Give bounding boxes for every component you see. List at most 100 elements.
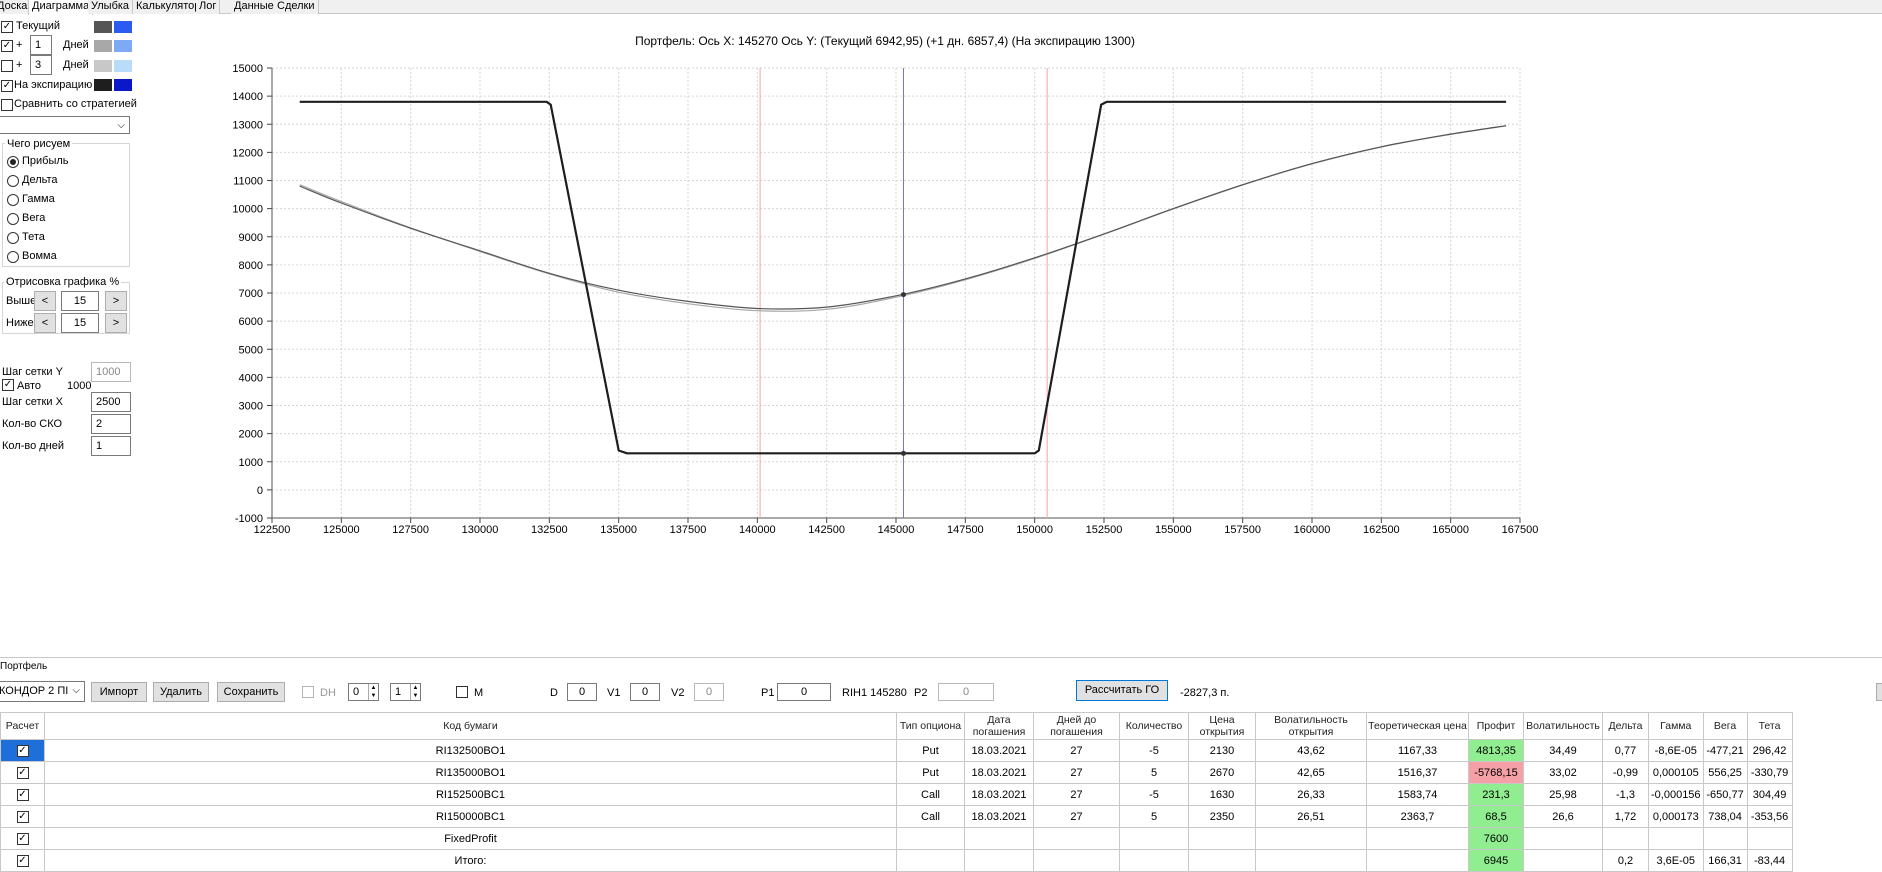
spin1-arrows-icon[interactable]: ▲ ▼ [368, 684, 378, 700]
cell-vol_open[interactable] [1255, 827, 1367, 850]
tab-diagram[interactable]: Диаграмма [28, 0, 94, 15]
cell-vol[interactable] [1523, 849, 1603, 872]
cell-profit[interactable]: 68,5 [1468, 805, 1524, 828]
column-header[interactable]: Волатильность [1523, 712, 1603, 740]
cell-delta[interactable]: 1,72 [1602, 805, 1649, 828]
cell-theo[interactable]: 1583,74 [1366, 783, 1469, 806]
calc-cell[interactable]: ✓ [0, 761, 45, 784]
column-header[interactable]: Тип опциона [896, 712, 965, 740]
table-row[interactable]: ✓ RI152500BC1 Call 18.03.2021 27 -5 1630 26,33 1… [0, 783, 1793, 806]
cell-profit[interactable]: 6945 [1468, 849, 1524, 872]
cell-vega[interactable]: 556,25 [1702, 761, 1748, 784]
cell-theta[interactable]: -353,56 [1746, 805, 1793, 828]
cell-qty[interactable]: 5 [1119, 805, 1189, 828]
column-header[interactable]: Дельта [1602, 712, 1649, 740]
calc-cell[interactable]: ✓ [0, 805, 45, 828]
column-header[interactable]: Код бумаги [44, 712, 897, 740]
cell-profit[interactable]: -5768,15 [1468, 761, 1524, 784]
spin2-arrows-icon[interactable]: ▲ ▼ [410, 684, 420, 700]
cell-date[interactable]: 18.03.2021 [964, 783, 1034, 806]
cell-price[interactable]: 2670 [1188, 761, 1256, 784]
v2-input[interactable]: 0 [694, 683, 724, 701]
cell-vol[interactable]: 26,6 [1523, 805, 1603, 828]
cell-days[interactable]: 27 [1033, 761, 1120, 784]
column-header[interactable]: Дней до погашения [1033, 712, 1120, 740]
tab-board[interactable]: Доска [0, 0, 32, 14]
column-header[interactable]: Вега [1702, 712, 1748, 740]
table-row[interactable]: ✓ Итого: 6945 0,2 3,6E-05 166,31 -83,44 [0, 849, 1793, 872]
cell-date[interactable] [964, 849, 1034, 872]
cell-code[interactable]: RI152500BC1 [44, 783, 897, 806]
cell-theo[interactable]: 1167,33 [1366, 739, 1469, 762]
cell-code[interactable]: FixedProfit [44, 827, 897, 850]
cell-theta[interactable]: 304,49 [1746, 783, 1793, 806]
calc-cell[interactable]: ✓ [0, 739, 45, 762]
cell-vol[interactable]: 34,49 [1523, 739, 1603, 762]
cell-profit[interactable]: 231,3 [1468, 783, 1524, 806]
calc-checkbox[interactable]: ✓ [16, 766, 29, 779]
cell-qty[interactable] [1119, 849, 1189, 872]
calc-checkbox[interactable]: ✓ [16, 854, 29, 867]
cell-price[interactable] [1188, 827, 1256, 850]
cell-theta[interactable]: -330,79 [1746, 761, 1793, 784]
cell-qty[interactable]: -5 [1119, 739, 1189, 762]
cell-days[interactable]: 27 [1033, 805, 1120, 828]
cell-profit[interactable]: 7600 [1468, 827, 1524, 850]
cell-code[interactable]: RI135000BO1 [44, 761, 897, 784]
cell-vol_open[interactable]: 42,65 [1255, 761, 1367, 784]
cell-gamma[interactable]: 0,000173 [1648, 805, 1704, 828]
cell-vega[interactable]: 738,04 [1702, 805, 1748, 828]
cell-days[interactable] [1033, 849, 1120, 872]
payoff-chart[interactable]: 122500 125000 127500 130000 132500 135000 1375… [0, 20, 1882, 640]
cell-delta[interactable] [1602, 827, 1649, 850]
cell-vega[interactable]: -477,21 [1702, 739, 1748, 762]
cell-days[interactable]: 27 [1033, 739, 1120, 762]
cell-theo[interactable] [1366, 849, 1469, 872]
column-header[interactable]: Дата погашения [964, 712, 1034, 740]
column-header[interactable]: Теоретическая цена [1366, 712, 1469, 740]
portfolio-select[interactable]: КОНДОР 2 ПІ ⌵ [0, 681, 85, 702]
tab-calculator[interactable]: Калькулятор [133, 0, 205, 14]
calc-cell[interactable]: ✓ [0, 827, 45, 850]
cell-type[interactable] [896, 827, 965, 850]
cell-date[interactable] [964, 827, 1034, 850]
cell-delta[interactable]: -1,3 [1602, 783, 1649, 806]
cell-theta[interactable]: 296,42 [1746, 739, 1793, 762]
cell-days[interactable]: 27 [1033, 783, 1120, 806]
column-header[interactable]: Гамма [1648, 712, 1704, 740]
cell-vol_open[interactable] [1255, 849, 1367, 872]
column-header[interactable]: Тета [1746, 712, 1793, 740]
cell-price[interactable]: 2130 [1188, 739, 1256, 762]
cell-theta[interactable] [1746, 827, 1793, 850]
cell-gamma[interactable] [1648, 827, 1704, 850]
v1-input[interactable]: 0 [630, 683, 660, 701]
cell-delta[interactable]: 0,77 [1602, 739, 1649, 762]
tab-data[interactable]: Данные [231, 0, 278, 14]
cell-gamma[interactable]: 3,6E-05 [1648, 849, 1704, 872]
calc-checkbox[interactable]: ✓ [16, 810, 29, 823]
table-row[interactable]: ✓ RI132500BO1 Put 18.03.2021 27 -5 2130 43,62 11… [0, 739, 1793, 762]
cell-theo[interactable] [1366, 827, 1469, 850]
dh-checkbox[interactable] [302, 686, 314, 698]
cell-theo[interactable]: 2363,7 [1366, 805, 1469, 828]
cell-delta[interactable]: 0,2 [1602, 849, 1649, 872]
cell-qty[interactable]: -5 [1119, 783, 1189, 806]
d-input[interactable]: 0 [567, 683, 597, 701]
cell-theta[interactable]: -83,44 [1746, 849, 1793, 872]
cell-type[interactable] [896, 849, 965, 872]
cell-price[interactable]: 1630 [1188, 783, 1256, 806]
cell-date[interactable]: 18.03.2021 [964, 739, 1034, 762]
cell-gamma[interactable]: 0,000105 [1648, 761, 1704, 784]
cell-qty[interactable]: 5 [1119, 761, 1189, 784]
cell-code[interactable]: RI150000BC1 [44, 805, 897, 828]
table-row[interactable]: ✓ FixedProfit 7600 [0, 827, 1793, 850]
cell-gamma[interactable]: -8,6E-05 [1648, 739, 1704, 762]
import-button[interactable]: Импорт [91, 682, 147, 702]
cell-type[interactable]: Call [896, 805, 965, 828]
cell-type[interactable]: Put [896, 739, 965, 762]
cell-code[interactable]: Итого: [44, 849, 897, 872]
calc-checkbox[interactable]: ✓ [16, 788, 29, 801]
scroll-right-button[interactable] [1876, 683, 1882, 701]
tab-deals[interactable]: Сделки [274, 0, 319, 14]
calculate-go-button[interactable]: Рассчитать ГО [1076, 680, 1168, 701]
